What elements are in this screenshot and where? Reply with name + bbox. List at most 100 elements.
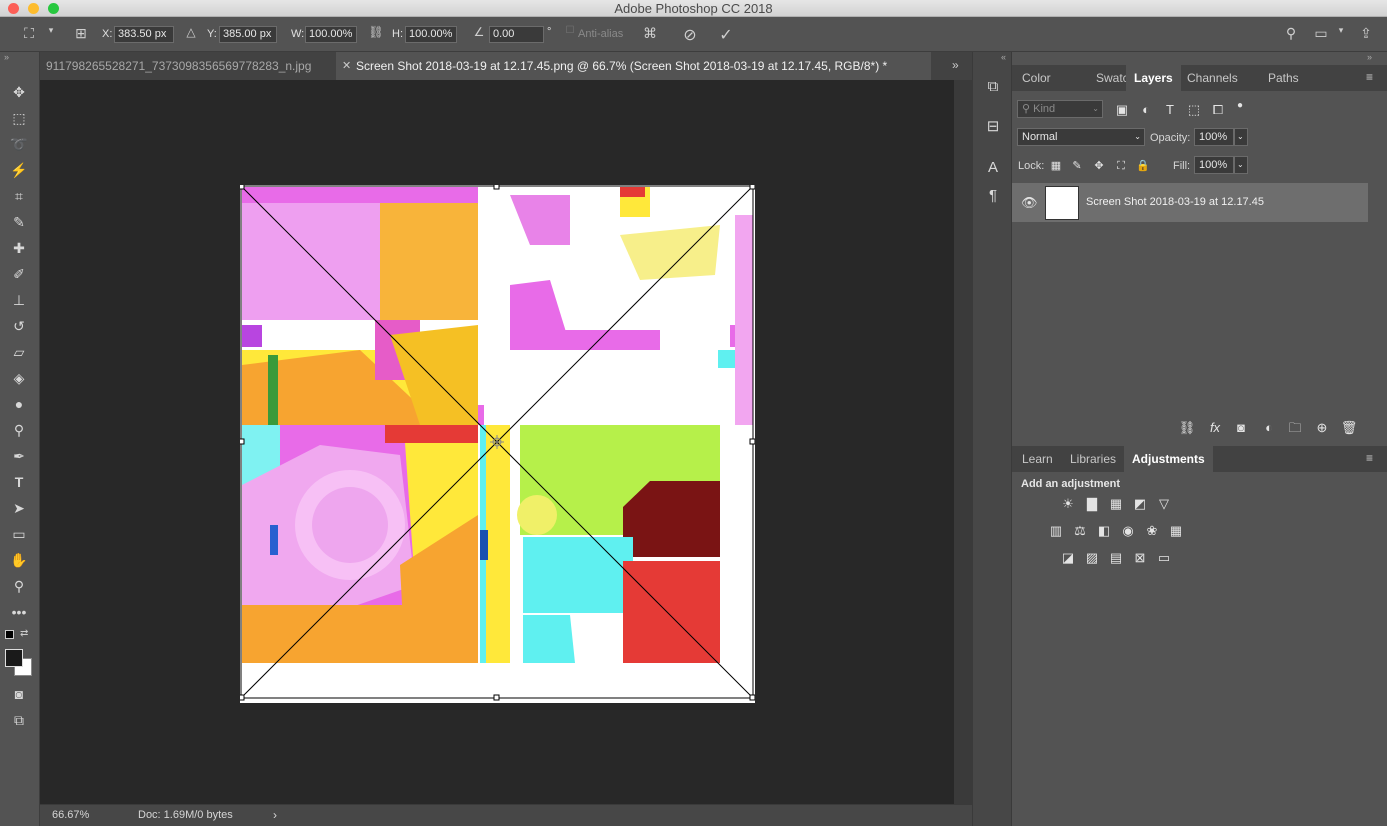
hand-tool-icon[interactable]: ✋ <box>9 550 29 570</box>
photo-filter-icon[interactable]: ◉ <box>1119 523 1137 539</box>
gradient-map-icon[interactable]: ▭ <box>1155 550 1173 566</box>
history-brush-tool-icon[interactable]: ↺ <box>9 316 29 336</box>
smart-object-filter-icon[interactable]: ⧠ <box>1209 102 1227 118</box>
lock-artboard-icon[interactable]: ⛶ <box>1112 158 1130 174</box>
swap-colors-icon[interactable]: ⇄ <box>20 628 28 639</box>
vibrance-icon[interactable]: ▽ <box>1155 496 1173 512</box>
angle-field[interactable]: 0.00 <box>489 26 544 43</box>
search-icon[interactable]: ⚲ <box>1282 25 1300 42</box>
pen-tool-icon[interactable]: ✒ <box>9 446 29 466</box>
document-canvas[interactable] <box>240 185 755 703</box>
character-panel-icon[interactable]: A <box>983 158 1003 178</box>
add-mask-icon[interactable]: ◙ <box>1232 420 1250 436</box>
curves-icon[interactable]: ▦ <box>1107 496 1125 512</box>
tab-libraries[interactable]: Libraries <box>1062 446 1124 472</box>
delete-layer-icon[interactable]: 🗑 <box>1340 420 1358 436</box>
new-group-icon[interactable]: 🗀 <box>1286 420 1304 436</box>
default-colors-icon[interactable] <box>5 630 14 639</box>
filter-toggle-icon[interactable]: ● <box>1231 98 1249 114</box>
more-tabs-icon[interactable]: » <box>952 58 959 72</box>
antialias-checkbox[interactable]: ☐ <box>561 25 579 36</box>
workspace-icon[interactable]: ▭ <box>1312 25 1330 42</box>
hue-saturation-icon[interactable]: ▥ <box>1047 523 1065 539</box>
y-position-field[interactable]: 385.00 px <box>219 26 277 43</box>
filter-kind-select[interactable]: ⚲ Kind ⌄ <box>1017 100 1103 118</box>
type-tool-icon[interactable]: T <box>9 472 29 492</box>
eyedropper-tool-icon[interactable]: ✎ <box>9 212 29 232</box>
link-icon[interactable]: ⛓ <box>367 25 385 39</box>
cancel-transform-icon[interactable]: ⊘ <box>681 25 699 45</box>
workspace-chevron-icon[interactable]: ▾ <box>1332 25 1350 36</box>
tab-channels[interactable]: Channels <box>1179 65 1246 91</box>
tool-preset-chevron-icon[interactable]: ▾ <box>42 25 60 36</box>
magic-wand-tool-icon[interactable]: ⚡ <box>9 160 29 180</box>
fill-chevron-icon[interactable]: ⌄ <box>1234 156 1248 174</box>
adjustments-panel-menu-icon[interactable]: ≡ <box>1366 451 1373 465</box>
channel-mixer-icon[interactable]: ❀ <box>1143 523 1161 539</box>
layer-style-icon[interactable]: fx <box>1206 420 1224 436</box>
healing-brush-tool-icon[interactable]: ✚ <box>9 238 29 258</box>
tab-document-2[interactable]: ✕ Screen Shot 2018-03-19 at 12.17.45.png… <box>336 52 931 80</box>
eraser-tool-icon[interactable]: ▱ <box>9 342 29 362</box>
color-lookup-icon[interactable]: ▦ <box>1167 523 1185 539</box>
zoom-level[interactable]: 66.67% <box>52 809 89 821</box>
screen-mode-icon[interactable]: ⧉ <box>9 710 29 730</box>
tab-layers[interactable]: Layers <box>1126 65 1181 91</box>
blur-tool-icon[interactable]: ● <box>9 394 29 414</box>
collapse-panels-icon[interactable]: » <box>1367 52 1372 62</box>
rectangle-tool-icon[interactable]: ▭ <box>9 524 29 544</box>
new-layer-icon[interactable]: ⊕ <box>1313 420 1331 436</box>
x-position-field[interactable]: 383.50 px <box>114 26 174 43</box>
paint-bucket-tool-icon[interactable]: ◈ <box>9 368 29 388</box>
color-balance-icon[interactable]: ⚖ <box>1071 523 1089 539</box>
foreground-color-swatch[interactable] <box>5 649 23 667</box>
tab-color[interactable]: Color <box>1014 65 1059 91</box>
dodge-tool-icon[interactable]: ⚲ <box>9 420 29 440</box>
brush-tool-icon[interactable]: ✐ <box>9 264 29 284</box>
path-selection-tool-icon[interactable]: ➤ <box>9 498 29 518</box>
lock-all-icon[interactable]: 🔒 <box>1134 158 1152 174</box>
quick-mask-icon[interactable]: ◙ <box>9 684 29 704</box>
link-layers-icon[interactable]: ⛓ <box>1178 420 1196 436</box>
status-menu-arrow-icon[interactable]: › <box>273 808 277 822</box>
delta-icon[interactable]: △ <box>182 25 200 39</box>
height-field[interactable]: 100.00% <box>405 26 457 43</box>
lock-transparent-icon[interactable]: ▦ <box>1047 158 1065 174</box>
more-tools-icon[interactable]: ••• <box>9 602 29 622</box>
lock-position-icon[interactable]: ✥ <box>1090 158 1108 174</box>
transform-tool-icon[interactable]: ⛶ <box>20 25 38 42</box>
pixel-filter-icon[interactable]: ▣ <box>1113 102 1131 118</box>
layer-row[interactable]: 👁 Screen Shot 2018-03-19 at 12.17.45 <box>1012 183 1368 222</box>
properties-panel-icon[interactable]: ⊟ <box>983 117 1003 137</box>
shape-filter-icon[interactable]: ⬚ <box>1185 102 1203 118</box>
tab-document-1[interactable]: 911798265528271_7373098356569778283_n.jp… <box>40 52 336 80</box>
tab-adjustments[interactable]: Adjustments <box>1124 446 1213 472</box>
exposure-icon[interactable]: ◩ <box>1131 496 1149 512</box>
move-tool-icon[interactable]: ✥ <box>9 82 29 102</box>
tab-paths[interactable]: Paths <box>1260 65 1307 91</box>
type-filter-icon[interactable]: T <box>1161 102 1179 118</box>
selective-color-icon[interactable]: ⊠ <box>1131 550 1149 566</box>
adjustment-filter-icon[interactable]: ◐ <box>1137 102 1155 118</box>
share-icon[interactable]: ⇪ <box>1357 25 1375 42</box>
new-adjustment-layer-icon[interactable]: ◐ <box>1260 420 1278 436</box>
opacity-field[interactable]: 100% <box>1194 128 1234 146</box>
visibility-eye-icon[interactable]: 👁 <box>1021 195 1038 211</box>
blend-mode-select[interactable]: Normal ⌄ <box>1017 128 1145 146</box>
brightness-contrast-icon[interactable]: ☀ <box>1059 496 1077 512</box>
levels-icon[interactable]: ▇ <box>1083 496 1101 512</box>
clone-stamp-tool-icon[interactable]: ⊥ <box>9 290 29 310</box>
canvas-vertical-scrollbar[interactable] <box>954 80 972 804</box>
commit-transform-icon[interactable]: ✓ <box>717 25 735 45</box>
close-tab-icon[interactable]: ✕ <box>342 52 351 80</box>
posterize-icon[interactable]: ▨ <box>1083 550 1101 566</box>
collapse-toolbar-icon[interactable]: » <box>4 52 9 62</box>
threshold-icon[interactable]: ▤ <box>1107 550 1125 566</box>
layers-panel-menu-icon[interactable]: ≡ <box>1366 70 1373 84</box>
tab-learn[interactable]: Learn <box>1014 446 1061 472</box>
marquee-tool-icon[interactable]: ⬚ <box>9 108 29 128</box>
history-panel-icon[interactable]: ⧉ <box>983 77 1003 97</box>
expand-dock-icon[interactable]: « <box>1001 52 1006 62</box>
warp-mode-icon[interactable]: ⌘ <box>641 25 659 42</box>
crop-tool-icon[interactable]: ⌗ <box>9 186 29 206</box>
